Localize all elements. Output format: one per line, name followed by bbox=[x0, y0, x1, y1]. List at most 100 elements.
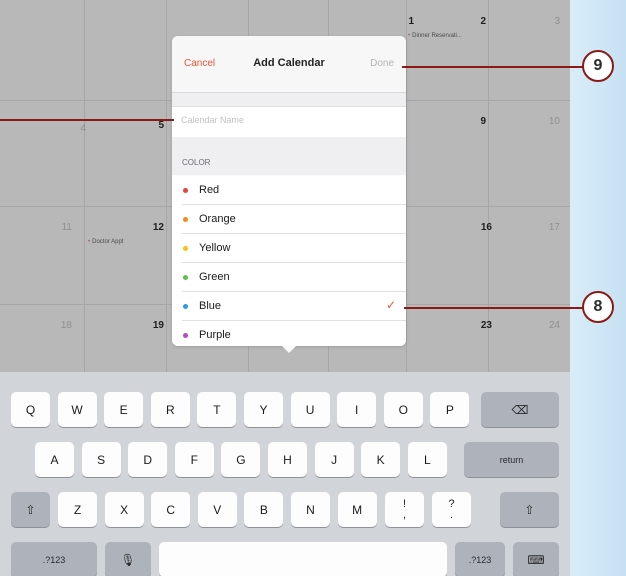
calendar-event[interactable]: • Dinner Reservati... bbox=[408, 33, 462, 39]
key-m[interactable]: M bbox=[337, 492, 377, 527]
key-question-period[interactable]: ?. bbox=[432, 492, 471, 527]
color-list: RedOrangeYellowGreenBlue✓PurpleBrown bbox=[172, 176, 406, 346]
key-q[interactable]: Q bbox=[11, 392, 50, 427]
calendar-day-number[interactable]: 2 bbox=[462, 16, 486, 27]
event-label: Dinner Reservati... bbox=[412, 33, 462, 39]
key-z[interactable]: Z bbox=[58, 492, 97, 527]
calendar-day-number[interactable]: 11 bbox=[48, 222, 72, 233]
calendar-day-number[interactable]: 23 bbox=[468, 320, 492, 331]
callout-line-8 bbox=[404, 307, 584, 309]
numbers-key-right[interactable]: .?123 bbox=[455, 542, 505, 576]
key-y[interactable]: Y bbox=[244, 392, 283, 427]
key-u[interactable]: U bbox=[290, 392, 330, 427]
color-option-orange[interactable]: Orange bbox=[172, 205, 406, 234]
color-dot-icon bbox=[183, 188, 188, 193]
color-label: Green bbox=[199, 271, 230, 283]
color-label: Yellow bbox=[199, 242, 231, 254]
background-gutter bbox=[570, 0, 626, 576]
key-a[interactable]: A bbox=[35, 442, 74, 477]
event-dot-icon: • bbox=[88, 239, 91, 245]
color-option-green[interactable]: Green bbox=[172, 263, 406, 292]
calendar-day-number[interactable]: 3 bbox=[536, 16, 560, 27]
key-r[interactable]: R bbox=[150, 392, 190, 427]
calendar-day-number[interactable]: 17 bbox=[536, 222, 560, 233]
callout-line-9 bbox=[402, 66, 584, 68]
numbers-key-left[interactable]: .?123 bbox=[11, 542, 97, 576]
calendar-day-number[interactable]: 9 bbox=[462, 116, 486, 127]
popover-header: Cancel Add Calendar Done bbox=[172, 36, 406, 93]
color-option-blue[interactable]: Blue ✓ bbox=[172, 292, 406, 321]
color-option-yellow[interactable]: Yellow bbox=[172, 234, 406, 263]
key-l[interactable]: L bbox=[407, 442, 447, 477]
hide-keyboard-key[interactable]: ⌨ bbox=[513, 542, 559, 576]
key-o[interactable]: O bbox=[383, 392, 423, 427]
onscreen-keyboard: Q W E R T Y U I O P ⌫ A S D F G H J K Lreturn ⇧ Z X C V B N M!,?. ⇧.… bbox=[0, 372, 570, 576]
return-key[interactable]: return bbox=[464, 442, 559, 477]
calendar-day-number[interactable]: 4 bbox=[62, 123, 86, 134]
key-e[interactable]: E bbox=[104, 392, 144, 427]
key-w[interactable]: W bbox=[57, 392, 97, 427]
grid-line bbox=[166, 0, 167, 372]
calendar-day-number[interactable]: 10 bbox=[536, 116, 560, 127]
shift-key-left[interactable]: ⇧ bbox=[11, 492, 50, 527]
event-dot-icon: • bbox=[408, 33, 411, 39]
color-label: Orange bbox=[199, 213, 236, 225]
key-f[interactable]: F bbox=[174, 442, 214, 477]
calendar-name-field[interactable] bbox=[172, 106, 406, 138]
calendar-day-number[interactable]: 18 bbox=[48, 320, 72, 331]
callout-9: 9 bbox=[582, 50, 614, 82]
callout-line-name-field bbox=[0, 119, 174, 121]
key-glyph: , bbox=[402, 508, 407, 521]
shift-key-right[interactable]: ⇧ bbox=[500, 492, 559, 527]
key-exclamation-comma[interactable]: !, bbox=[385, 492, 424, 527]
event-label: Doctor Appt bbox=[92, 239, 124, 245]
key-glyph: ? bbox=[448, 497, 455, 510]
calendar-day-number[interactable]: 1 bbox=[390, 16, 414, 27]
add-calendar-popover: Cancel Add Calendar Done COLOR Red Orange… bbox=[172, 36, 406, 346]
color-label: Red bbox=[199, 184, 220, 196]
key-v[interactable]: V bbox=[197, 492, 237, 527]
section-spacer bbox=[172, 93, 406, 106]
key-d[interactable]: D bbox=[128, 442, 168, 477]
key-glyph: ! bbox=[402, 497, 407, 510]
calendar-event[interactable]: • Doctor Appt bbox=[88, 239, 123, 245]
key-p[interactable]: P bbox=[430, 392, 470, 427]
key-s[interactable]: S bbox=[81, 442, 121, 477]
color-option-purple[interactable]: Purple bbox=[172, 321, 406, 346]
backspace-key[interactable]: ⌫ bbox=[481, 392, 559, 427]
color-label: Purple bbox=[199, 329, 231, 341]
color-dot-icon bbox=[183, 217, 188, 222]
key-h[interactable]: H bbox=[268, 442, 307, 477]
key-c[interactable]: C bbox=[151, 492, 191, 527]
color-dot-icon bbox=[183, 304, 188, 309]
color-option-red[interactable]: Red bbox=[172, 176, 406, 205]
key-k[interactable]: K bbox=[361, 442, 401, 477]
microphone-key[interactable]: 🎙 bbox=[105, 542, 151, 576]
calendar-day-number[interactable]: 5 bbox=[140, 120, 164, 131]
calendar-day-number[interactable]: 19 bbox=[140, 320, 164, 331]
calendar-name-input[interactable] bbox=[181, 115, 391, 125]
color-dot-icon bbox=[183, 333, 188, 338]
grid-line bbox=[84, 0, 85, 372]
grid-line bbox=[406, 0, 407, 372]
grid-line bbox=[488, 0, 489, 372]
calendar-day-number[interactable]: 12 bbox=[140, 222, 164, 233]
key-t[interactable]: T bbox=[197, 392, 237, 427]
color-dot-icon bbox=[183, 275, 188, 280]
ipad-screen: 1 2 3 4 5 9 10 11 12 16 17 18 19 23 24 • Dinner Reserva… bbox=[0, 0, 570, 576]
done-button[interactable]: Done bbox=[370, 58, 394, 69]
key-g[interactable]: G bbox=[221, 442, 261, 477]
checkmark-icon: ✓ bbox=[385, 298, 396, 312]
color-dot-icon bbox=[183, 246, 188, 251]
key-b[interactable]: B bbox=[244, 492, 284, 527]
calendar-day-number[interactable]: 16 bbox=[468, 222, 492, 233]
popover-arrow bbox=[281, 345, 297, 353]
key-i[interactable]: I bbox=[337, 392, 377, 427]
space-bar[interactable] bbox=[159, 542, 447, 576]
key-x[interactable]: X bbox=[104, 492, 144, 527]
key-n[interactable]: N bbox=[291, 492, 330, 527]
calendar-day-number[interactable]: 24 bbox=[536, 320, 560, 331]
key-glyph: . bbox=[449, 508, 454, 521]
section-spacer bbox=[172, 137, 406, 175]
key-j[interactable]: J bbox=[314, 442, 354, 477]
